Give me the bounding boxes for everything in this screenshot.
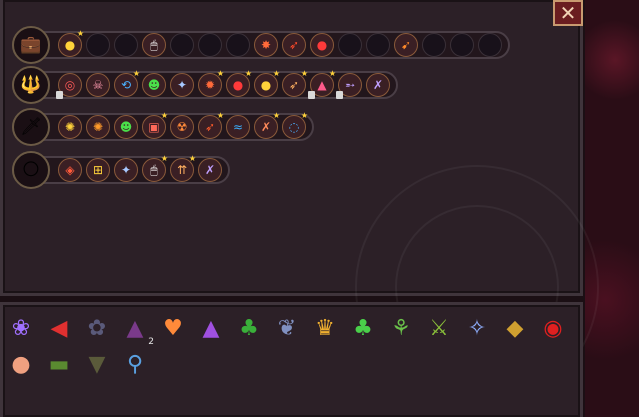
magnifier-icon[interactable]: ⚲	[120, 350, 150, 380]
lock-icon	[56, 91, 63, 99]
fire-arrow-icon[interactable]: ➶ ★	[198, 111, 224, 139]
empty-slot[interactable]	[478, 33, 502, 57]
item-count: 2	[148, 337, 154, 347]
star-icon: ★	[216, 111, 224, 120]
lock-icon	[308, 91, 315, 99]
star-icon: ★	[76, 29, 84, 38]
weapon-icon[interactable]: 🔱	[12, 66, 50, 104]
fire-arrow-icon[interactable]: ➶	[282, 33, 306, 57]
star-icon: ★	[300, 69, 308, 78]
shuriken-icon[interactable]: ✦	[114, 158, 138, 182]
star-icon: ★	[244, 69, 252, 78]
skull-icon[interactable]: ☠	[86, 73, 110, 97]
feather-icon[interactable]: ❦	[272, 314, 302, 344]
dark-blob-icon[interactable]: ✿	[82, 314, 112, 344]
radiation-icon[interactable]: ☢	[170, 115, 194, 139]
star-icon: ★	[160, 154, 168, 163]
sun-icon[interactable]: ✺	[58, 115, 82, 139]
empty-slot[interactable]	[86, 33, 110, 57]
wave-icon[interactable]: ≈	[226, 115, 250, 139]
mouse-icon[interactable]: 🖱 ★	[142, 154, 168, 182]
waffle-icon[interactable]: ⊞	[86, 158, 110, 182]
witch-hat-icon[interactable]: ▲	[196, 314, 226, 344]
star-icon: ★	[188, 154, 196, 163]
eye-icon[interactable]: ◉	[538, 314, 568, 344]
cube-icon[interactable]: ◆	[500, 314, 530, 344]
inventory-grid: ❀ ◀ ✿ ▲ 2 ♥ ▲ ♣ ❦ ♛ ♣ ⚘ ⚔ ✧ ◆ ◉ ● ▬ ▼ ⚲	[6, 314, 576, 380]
bomb-icon[interactable]: ●	[310, 33, 334, 57]
pig-icon[interactable]: ●	[6, 350, 36, 380]
empty-slot[interactable]	[114, 33, 138, 57]
shorts-icon[interactable]: ▬	[44, 350, 74, 380]
plant-icon[interactable]: ♣	[234, 314, 264, 344]
row-boomerang: 💼 ● ★ 🖱 ✸ ➶ ● ➹	[12, 26, 510, 64]
skull-green-icon[interactable]: ☻	[142, 73, 166, 97]
burst-icon[interactable]: ✸	[254, 33, 278, 57]
star-icon: ★	[272, 69, 280, 78]
bird-icon[interactable]: ◀	[44, 314, 74, 344]
weapon-icon[interactable]: 💼	[12, 26, 50, 64]
target-icon[interactable]: ◎	[56, 73, 82, 99]
star-icon: ★	[328, 69, 336, 78]
crossed-icon[interactable]: ✗ ★	[254, 111, 280, 139]
lock-icon	[336, 91, 343, 99]
empty-slot[interactable]	[226, 33, 250, 57]
ring-icon[interactable]: ◌ ★	[282, 111, 308, 139]
empty-slot[interactable]	[450, 33, 474, 57]
star-icon: ★	[272, 111, 280, 120]
star-icon: ★	[216, 69, 224, 78]
empty-slot[interactable]	[338, 33, 362, 57]
empty-slot[interactable]	[198, 33, 222, 57]
row-orb: 🌕 ◈ ⊞ ✦ 🖱 ★ ⇈ ★ ✗	[12, 151, 230, 189]
coin-icon[interactable]: ● ★	[58, 29, 84, 57]
carrot-icon[interactable]: ➹	[394, 33, 418, 57]
empty-slot[interactable]	[422, 33, 446, 57]
spiral-icon[interactable]: ⟲ ★	[114, 69, 140, 97]
crown-icon[interactable]: ✧	[462, 314, 492, 344]
weapon-icon[interactable]: 🌕	[12, 151, 50, 189]
hair-icon[interactable]: ❀	[6, 314, 36, 344]
sword-icon[interactable]: ⚔	[424, 314, 454, 344]
arrows-up-icon[interactable]: ⇈ ★	[170, 154, 196, 182]
empty-slot[interactable]	[366, 33, 390, 57]
diamond-icon[interactable]: ◈	[58, 158, 82, 182]
crossbow-icon[interactable]: ✗	[366, 73, 390, 97]
fire-burst-icon[interactable]: ✹ ★	[198, 69, 224, 97]
bomb-icon[interactable]: ● ★	[226, 69, 252, 97]
mouse-icon[interactable]: 🖱	[142, 33, 166, 57]
crossbow-icon[interactable]: ✗	[198, 158, 222, 182]
clover-icon[interactable]: ♣	[348, 314, 378, 344]
close-button[interactable]: ✕	[553, 0, 583, 26]
bow-icon[interactable]: ➵	[336, 73, 362, 99]
hat-icon[interactable]: ▲ 2	[120, 314, 154, 347]
skull-green-icon[interactable]: ☻	[114, 115, 138, 139]
feather-icon[interactable]: ➶ ★	[282, 69, 308, 97]
empty-slot[interactable]	[170, 33, 194, 57]
star-icon: ★	[132, 69, 140, 78]
cape-icon[interactable]: ▼	[82, 350, 112, 380]
shuriken-icon[interactable]: ✦	[170, 73, 194, 97]
coin-icon[interactable]: ● ★	[254, 69, 280, 97]
sprout-icon[interactable]: ⚘	[386, 314, 416, 344]
star-icon: ★	[160, 111, 168, 120]
background-side	[585, 0, 639, 417]
row-blade: 🗡 ✺ ✺ ☻ ▣ ★ ☢ ➶ ★ ≈ ✗ ★ ◌ ★	[12, 108, 314, 146]
star-icon: ★	[300, 111, 308, 120]
weapon-icon[interactable]: 🗡	[12, 108, 50, 146]
heart-icon[interactable]: ♥	[158, 314, 188, 344]
close-icon: ✕	[559, 1, 577, 25]
sun-orange-icon[interactable]: ✺	[86, 115, 110, 139]
tent-icon[interactable]: ▲ ★	[308, 69, 336, 99]
row-staff: 🔱 ◎ ☠ ⟲ ★ ☻ ✦ ✹ ★ ● ★ ● ★ ➶ ★ ▲ ★ ➵ ✗	[12, 66, 398, 104]
trophy-icon[interactable]: ♛	[310, 314, 340, 344]
potion-icon[interactable]: ▣ ★	[142, 111, 168, 139]
